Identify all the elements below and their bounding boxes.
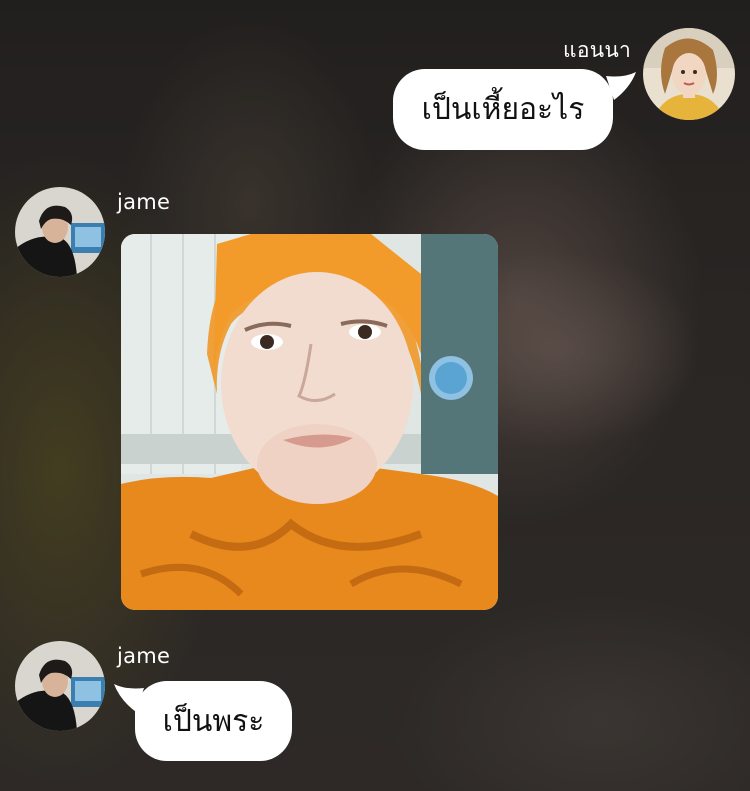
sender-name-anna: แอนนา xyxy=(563,38,632,62)
man-avatar-icon[interactable] xyxy=(15,187,105,277)
message-bubble[interactable]: เป็นเหี้ยอะไร xyxy=(393,69,613,150)
message-bubble[interactable]: เป็นพระ xyxy=(135,681,292,761)
sender-name-jame: jame xyxy=(117,644,171,668)
chat-screen: แอนนา เป็นเหี้ยอะไร jame jame เป็นพระ xyxy=(0,0,750,791)
image-message[interactable] xyxy=(121,234,498,610)
message-text: เป็นพระ xyxy=(162,703,265,739)
sender-name-jame: jame xyxy=(117,190,171,214)
woman-avatar-icon[interactable] xyxy=(643,28,735,120)
message-text: เป็นเหี้ยอะไร xyxy=(421,92,585,127)
orange-robed-face-photo xyxy=(121,234,498,610)
man-avatar-icon[interactable] xyxy=(15,641,105,731)
